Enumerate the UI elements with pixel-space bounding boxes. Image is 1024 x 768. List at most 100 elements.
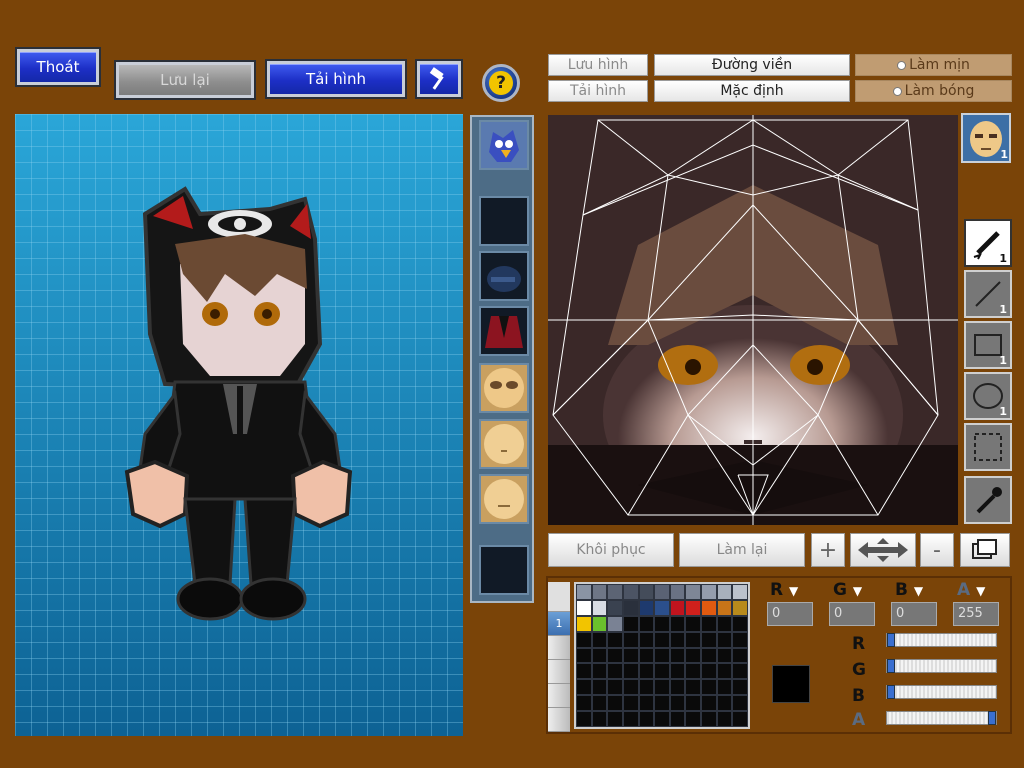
palette-cell[interactable] <box>607 679 623 696</box>
palette-cell[interactable] <box>669 679 686 696</box>
palette-cell[interactable] <box>622 647 639 664</box>
b-slider[interactable] <box>886 685 997 699</box>
palette-cell[interactable] <box>622 584 639 600</box>
ellipse-tool[interactable]: 1 <box>964 372 1012 420</box>
palette-cell[interactable] <box>685 599 702 616</box>
palette-cell[interactable] <box>716 584 733 600</box>
palette-cell[interactable] <box>607 663 623 680</box>
palette-cell[interactable] <box>622 599 639 616</box>
parts-slot-face-mouth[interactable] <box>479 474 529 524</box>
palette-cell[interactable] <box>732 679 748 696</box>
palette-tab[interactable] <box>548 708 570 732</box>
palette-cell[interactable] <box>685 647 702 664</box>
palette-cell[interactable] <box>607 615 623 632</box>
palette-cell[interactable] <box>607 599 623 616</box>
palette-cell[interactable] <box>654 663 670 680</box>
palette-cell[interactable] <box>669 615 686 632</box>
smooth-option[interactable]: Làm mịn <box>855 54 1012 76</box>
palette-cell[interactable] <box>701 584 717 600</box>
palette-cell[interactable] <box>716 679 733 696</box>
palette-cell[interactable] <box>732 599 748 616</box>
palette-cell[interactable] <box>654 615 670 632</box>
g-value-input[interactable]: 0 <box>829 602 875 626</box>
palette-cell[interactable] <box>638 599 655 616</box>
slider-knob[interactable] <box>988 711 996 725</box>
palette-cell[interactable] <box>576 631 592 648</box>
palette-cell[interactable] <box>638 679 655 696</box>
palette-tab[interactable] <box>548 636 570 660</box>
palette-cell[interactable] <box>607 711 623 727</box>
zoom-in-button[interactable]: + <box>811 533 845 567</box>
palette-cell[interactable] <box>607 631 623 648</box>
palette-cell[interactable] <box>576 695 592 712</box>
palette-cell[interactable] <box>591 695 608 712</box>
palette-tab[interactable] <box>548 660 570 684</box>
palette-cell[interactable] <box>654 647 670 664</box>
palette-cell[interactable] <box>591 679 608 696</box>
palette-cell[interactable] <box>576 679 592 696</box>
palette-cell[interactable] <box>685 711 702 727</box>
palette-cell[interactable] <box>607 695 623 712</box>
palette-cell[interactable] <box>716 695 733 712</box>
rect-tool[interactable]: 1 <box>964 321 1012 369</box>
parts-slot-shirt[interactable] <box>479 306 529 356</box>
palette-cell[interactable] <box>685 679 702 696</box>
palette-cell[interactable] <box>591 631 608 648</box>
palette-cell[interactable] <box>654 584 670 600</box>
palette-cell[interactable] <box>732 663 748 680</box>
palette-tab-1[interactable]: 1 <box>548 612 570 636</box>
face-thumbnail[interactable]: 1 <box>961 113 1011 163</box>
redo-button[interactable]: Làm lại <box>679 533 805 567</box>
parts-slot-empty[interactable] <box>479 545 529 595</box>
face-editor-canvas[interactable] <box>548 115 958 525</box>
palette-cell[interactable] <box>576 711 592 727</box>
palette-cell[interactable] <box>654 695 670 712</box>
palette-cell[interactable] <box>638 615 655 632</box>
a-value-input[interactable]: 255 <box>953 602 999 626</box>
palette-cell[interactable] <box>576 584 592 600</box>
slider-knob[interactable] <box>887 633 895 647</box>
palette-cell[interactable] <box>638 695 655 712</box>
palette-cell[interactable] <box>685 663 702 680</box>
palette-cell[interactable] <box>716 599 733 616</box>
load-button[interactable]: Tải hình <box>265 59 407 99</box>
parts-slot-face-eyes[interactable] <box>479 363 529 413</box>
load-image-button[interactable]: Tải hình <box>548 80 648 102</box>
palette-cell[interactable] <box>669 647 686 664</box>
palette-cell[interactable] <box>701 647 717 664</box>
select-tool[interactable] <box>964 423 1012 471</box>
palette-cell[interactable] <box>654 679 670 696</box>
palette-cell[interactable] <box>638 663 655 680</box>
palette-cell[interactable] <box>607 584 623 600</box>
palette-cell[interactable] <box>638 631 655 648</box>
r-slider[interactable] <box>886 633 997 647</box>
palette-cell[interactable] <box>622 615 639 632</box>
palette-cell[interactable] <box>701 631 717 648</box>
palette-cell[interactable] <box>654 631 670 648</box>
layer-button[interactable] <box>960 533 1010 567</box>
parts-slot-hat[interactable] <box>479 251 529 301</box>
palette-cell[interactable] <box>622 631 639 648</box>
a-slider[interactable] <box>886 711 997 725</box>
palette-cell[interactable] <box>622 695 639 712</box>
palette-cell[interactable] <box>669 663 686 680</box>
save-image-button[interactable]: Lưu hình <box>548 54 648 76</box>
palette-cell[interactable] <box>685 584 702 600</box>
palette-cell[interactable] <box>701 599 717 616</box>
palette-cell[interactable] <box>607 647 623 664</box>
palette-cell[interactable] <box>685 695 702 712</box>
palette-cell[interactable] <box>701 663 717 680</box>
palette-cell[interactable] <box>716 647 733 664</box>
palette-cell[interactable] <box>638 647 655 664</box>
palette-cell[interactable] <box>732 711 748 727</box>
character-preview[interactable] <box>15 114 463 736</box>
help-button[interactable]: ? <box>482 64 520 102</box>
palette-tab[interactable] <box>548 684 570 708</box>
palette-cell[interactable] <box>591 615 608 632</box>
palette-cell[interactable] <box>701 695 717 712</box>
parts-slot-face-plain[interactable] <box>479 419 529 469</box>
palette-cell[interactable] <box>701 679 717 696</box>
palette-cell[interactable] <box>622 679 639 696</box>
pen-tool[interactable]: 1 <box>964 219 1012 267</box>
palette-cell[interactable] <box>716 711 733 727</box>
